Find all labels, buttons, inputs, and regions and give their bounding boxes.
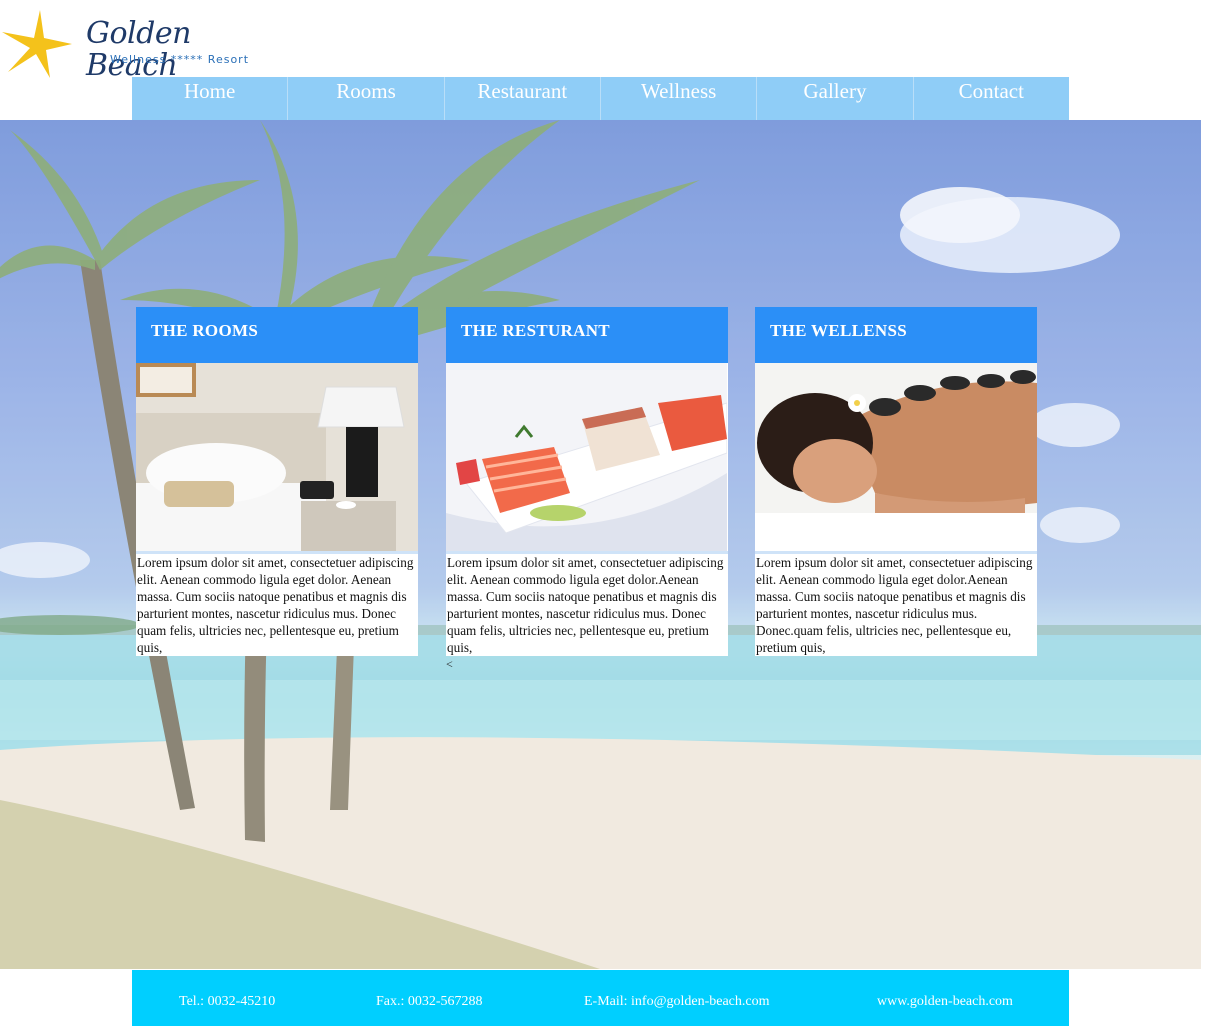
- card-title: THE WELLENSS: [755, 307, 1037, 363]
- nav-gallery[interactable]: Gallery: [757, 77, 914, 120]
- footer-tel[interactable]: Tel.: 0032-45210: [179, 994, 275, 1010]
- card-restaurant[interactable]: THE RESTURANT Lorem ipsum dolor sit amet…: [446, 307, 728, 656]
- nav-restaurant[interactable]: Restaurant: [444, 77, 601, 120]
- salmon-dish-image: [446, 363, 728, 551]
- nav-rooms[interactable]: Rooms: [288, 77, 445, 120]
- brand-name: Golden Beach: [86, 16, 191, 83]
- starfish-logo-icon: [2, 10, 72, 78]
- hotel-room-image: [136, 363, 418, 551]
- brand-tagline: Wellness ***** Resort: [110, 53, 250, 66]
- footer-website[interactable]: www.golden-beach.com: [877, 994, 1013, 1010]
- card-description: Lorem ipsum dolor sit amet, consectetuer…: [447, 555, 724, 655]
- hot-stone-massage-image: [755, 363, 1037, 551]
- card-title: THE RESTURANT: [446, 307, 728, 363]
- nav-contact[interactable]: Contact: [913, 77, 1069, 120]
- stray-character: <: [446, 657, 453, 671]
- footer-email[interactable]: E-Mail: info@golden-beach.com: [584, 994, 770, 1010]
- card-title: THE ROOMS: [136, 307, 418, 363]
- logo[interactable]: Golden Beach Wellness ***** Resort: [0, 4, 270, 82]
- nav-wellness[interactable]: Wellness: [600, 77, 758, 120]
- footer-fax: Fax.: 0032-567288: [376, 994, 483, 1009]
- card-wellness[interactable]: THE WELLENSS Lorem ipsum dolor sit amet,…: [755, 307, 1037, 656]
- card-description: Lorem ipsum dolor sit amet, consectetuer…: [137, 555, 414, 655]
- card-description: Lorem ipsum dolor sit amet, consectetuer…: [756, 555, 1033, 655]
- main-nav: Home Rooms Restaurant Wellness Gallery C…: [132, 77, 1069, 120]
- card-rooms[interactable]: THE ROOMS Lorem ipsum dolor sit amet, co…: [136, 307, 418, 656]
- nav-home[interactable]: Home: [132, 77, 289, 120]
- footer-contact-bar: Tel.: 0032-45210 Fax.: 0032-567288 E-Mai…: [132, 970, 1069, 1026]
